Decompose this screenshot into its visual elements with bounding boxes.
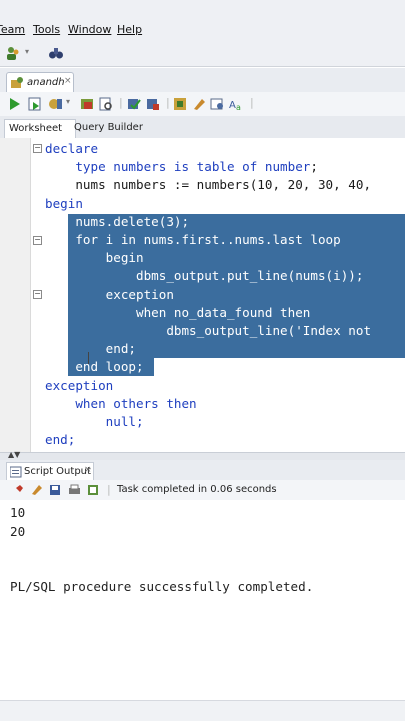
- code-token: exception: [45, 377, 114, 393]
- code-token: is table of number: [173, 159, 311, 175]
- format-icon[interactable]: Aa: [229, 97, 245, 111]
- db-users-icon[interactable]: [5, 45, 21, 61]
- code-token: nums numbers := numbers(10, 20, 30, 40,: [45, 177, 372, 193]
- chevron-down-icon[interactable]: ▾: [66, 97, 70, 106]
- editor-gutter: [0, 138, 31, 452]
- commit-icon[interactable]: [127, 97, 141, 111]
- explain-plan-icon[interactable]: [80, 97, 96, 111]
- code-token: end;: [45, 341, 136, 357]
- run-statement-icon[interactable]: [9, 97, 21, 111]
- tab-query-builder[interactable]: Query Builder: [70, 119, 147, 138]
- editor-toolbar: ▾ | | Aa |: [0, 92, 405, 117]
- code-token: dbms_output_line('Index not: [45, 323, 372, 338]
- code-token: for i in nums.first..nums.last loop: [45, 232, 341, 247]
- tab-label: anandh: [27, 77, 65, 88]
- code-token: end loop;: [45, 359, 144, 375]
- code-token: exception: [45, 286, 174, 302]
- save-icon[interactable]: [49, 484, 61, 496]
- code-line[interactable]: exception: [45, 377, 405, 395]
- code-token: ;: [310, 159, 318, 175]
- code-token: end;: [45, 432, 76, 448]
- toolbar-separator: |: [107, 483, 111, 496]
- binoculars-icon[interactable]: [48, 45, 64, 61]
- chevron-down-icon[interactable]: ▾: [25, 47, 29, 56]
- code-line[interactable]: declare: [45, 140, 405, 158]
- autotrace-icon[interactable]: [48, 97, 64, 111]
- code-line[interactable]: for i in nums.first..nums.last loop: [45, 231, 405, 249]
- code-line[interactable]: dbms_output.put_line(nums(i));: [45, 267, 405, 285]
- code-token: dbms_output.put_line(nums(i));: [45, 268, 364, 284]
- fold-toggle[interactable]: −: [33, 236, 42, 245]
- toolbar-separator: |: [119, 96, 123, 109]
- toolbar-separator: |: [250, 96, 254, 109]
- document-tabs: anandh ×: [0, 68, 405, 93]
- close-icon[interactable]: ×: [64, 76, 72, 86]
- code-token: when no_data_found then: [45, 304, 311, 320]
- code-line[interactable]: end;: [45, 340, 405, 358]
- close-icon[interactable]: ×: [84, 465, 92, 475]
- code-line[interactable]: begin: [45, 195, 405, 213]
- code-line[interactable]: end loop;: [45, 358, 405, 376]
- code-token: when others then: [45, 395, 197, 411]
- code-line[interactable]: type numbers is table of number;: [45, 158, 405, 176]
- svg-text:A: A: [229, 100, 236, 111]
- tab-label: Script Output: [24, 466, 91, 477]
- splitter-arrows-icon[interactable]: ▲▼: [8, 450, 20, 459]
- code-line[interactable]: end;: [45, 431, 405, 449]
- sql-worksheet-icon: [11, 77, 23, 88]
- code-line[interactable]: exception: [45, 286, 405, 304]
- code-token: nums.delete(3);: [45, 213, 190, 229]
- task-status: Task completed in 0.06 seconds: [117, 484, 277, 495]
- menu-bar: Team Tools Window Help: [0, 0, 405, 41]
- script-output-area: 10 20 PL/SQL procedure successfully comple…: [0, 500, 405, 700]
- sql-history-icon[interactable]: [210, 97, 224, 111]
- run-script-icon[interactable]: [28, 97, 42, 111]
- output-line: PL/SQL procedure successfully completed.: [10, 579, 314, 594]
- code-line[interactable]: when no_data_found then: [45, 304, 405, 322]
- eraser-icon[interactable]: [31, 484, 43, 496]
- code-token: declare: [45, 141, 99, 156]
- code-line[interactable]: when others then: [45, 395, 405, 413]
- code-line[interactable]: dbms_output_line('Index not: [45, 322, 405, 340]
- tab-worksheet[interactable]: Worksheet: [4, 119, 76, 139]
- main-toolbar: ▾: [0, 40, 405, 67]
- sql-tuning-icon[interactable]: [99, 97, 113, 111]
- menu-window[interactable]: Window: [68, 23, 111, 36]
- output-toolbar: | Task completed in 0.06 seconds: [0, 480, 405, 501]
- code-line[interactable]: nums numbers := numbers(10, 20, 30, 40,: [45, 176, 405, 194]
- mouse-cursor: [88, 352, 89, 364]
- menu-tools[interactable]: Tools: [33, 23, 60, 36]
- output-line: 20: [10, 523, 26, 539]
- code-token: begin: [45, 250, 144, 266]
- code-line[interactable]: null;: [45, 413, 405, 431]
- toolbar-separator: |: [166, 96, 170, 109]
- code-token: begin: [45, 195, 83, 211]
- rollback-icon[interactable]: [146, 97, 160, 111]
- editor-subtabs: Worksheet Query Builder: [0, 116, 405, 139]
- export-icon[interactable]: [87, 484, 99, 496]
- output-tabs: Script Output ×: [0, 460, 405, 481]
- script-output-icon: [10, 466, 22, 478]
- code-line[interactable]: nums.delete(3);: [45, 213, 405, 231]
- menu-team[interactable]: Team: [0, 23, 25, 36]
- clear-icon[interactable]: [192, 97, 206, 111]
- fold-toggle[interactable]: −: [33, 144, 42, 153]
- code-editor[interactable]: declare type numbers is table of number;…: [0, 138, 405, 452]
- status-bar: [0, 700, 405, 721]
- code-token: null;: [45, 414, 144, 429]
- code-line[interactable]: begin: [45, 249, 405, 267]
- print-icon[interactable]: [68, 484, 81, 496]
- fold-toggle[interactable]: −: [33, 290, 42, 299]
- code-token: type numbers: [45, 159, 174, 175]
- output-line: 10: [10, 505, 26, 520]
- tab-script-output[interactable]: Script Output ×: [6, 462, 94, 481]
- pin-icon[interactable]: [12, 484, 24, 496]
- menu-help[interactable]: Help: [117, 23, 142, 36]
- tab-anandh[interactable]: anandh ×: [6, 72, 74, 93]
- svg-text:a: a: [236, 103, 241, 111]
- unshared-sql-icon[interactable]: [173, 97, 187, 111]
